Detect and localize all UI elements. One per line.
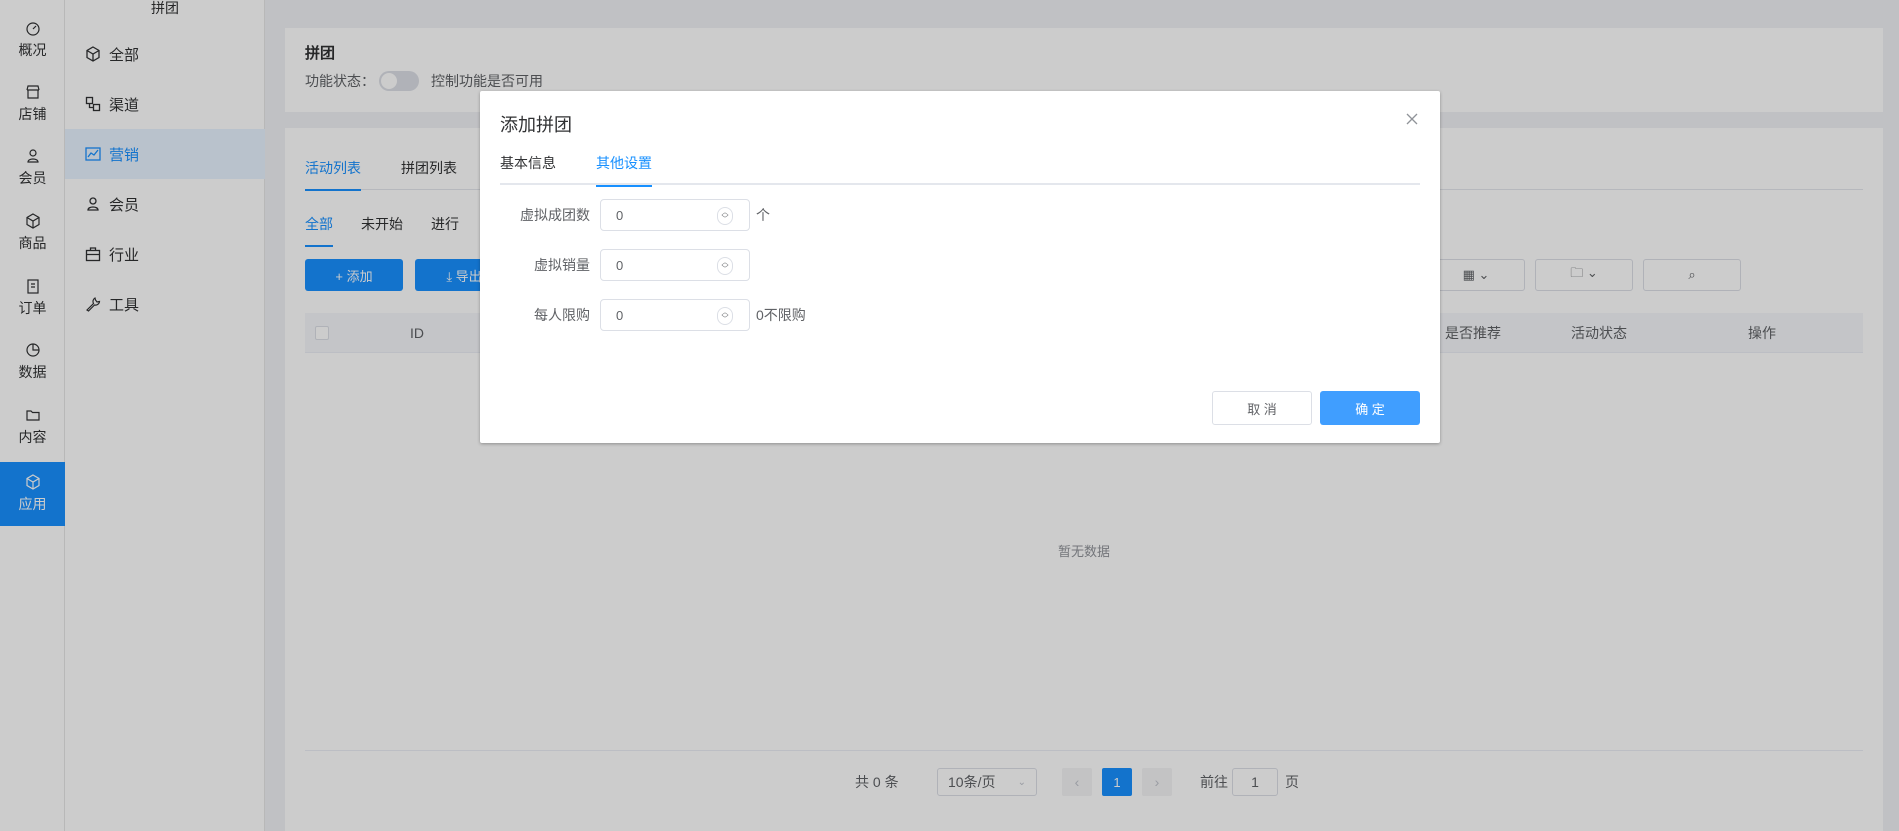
input-value: 0 — [616, 307, 624, 323]
confirm-button[interactable]: 确 定 — [1320, 391, 1420, 425]
field-label: 虚拟销量 — [534, 257, 590, 273]
add-group-dialog: 添加拼团 基本信息 其他设置 虚拟成团数 0 ︿ ﹀ 个 虚拟销量 0 ︿ ﹀ 每人… — [480, 91, 1440, 443]
close-icon[interactable] — [1404, 111, 1420, 127]
field-suffix: 个 — [756, 207, 770, 223]
dialog-title: 添加拼团 — [500, 115, 572, 135]
field-suffix: 0不限购 — [756, 307, 806, 323]
purchase-limit-input[interactable]: 0 ︿ ﹀ — [600, 299, 750, 331]
input-value: 0 — [616, 257, 624, 273]
dialog-tabs: 基本信息 其他设置 — [500, 155, 1420, 187]
field-label: 每人限购 — [534, 307, 590, 323]
stepper-icon[interactable]: ︿ ﹀ — [717, 257, 733, 275]
input-value: 0 — [616, 207, 624, 223]
form-row-virtual-sales: 虚拟销量 0 ︿ ﹀ — [500, 249, 750, 281]
stepper-icon[interactable]: ︿ ﹀ — [717, 207, 733, 225]
virtual-groups-input[interactable]: 0 ︿ ﹀ — [600, 199, 750, 231]
form-row-virtual-groups: 虚拟成团数 0 ︿ ﹀ 个 — [500, 199, 770, 231]
cancel-button[interactable]: 取 消 — [1212, 391, 1312, 425]
dialog-tab-other-settings[interactable]: 其他设置 — [596, 155, 652, 187]
field-label: 虚拟成团数 — [520, 207, 590, 223]
stepper-icon[interactable]: ︿ ﹀ — [717, 307, 733, 325]
form-row-purchase-limit: 每人限购 0 ︿ ﹀ 0不限购 — [500, 299, 806, 331]
dialog-tab-basic-info[interactable]: 基本信息 — [500, 155, 556, 185]
virtual-sales-input[interactable]: 0 ︿ ﹀ — [600, 249, 750, 281]
